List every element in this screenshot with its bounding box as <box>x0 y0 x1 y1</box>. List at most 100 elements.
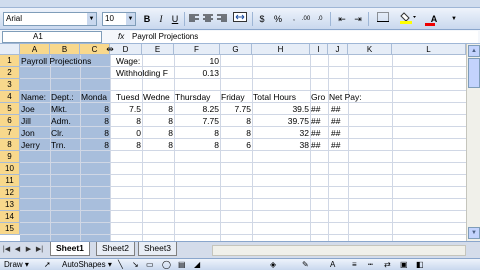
row-header[interactable]: 2 <box>0 67 20 79</box>
cell-g5[interactable]: 7.75 <box>220 103 252 115</box>
bold-button[interactable]: B <box>141 12 153 26</box>
cell-h5[interactable]: 39.5 <box>252 103 310 115</box>
row-header[interactable]: 11 <box>0 175 20 187</box>
cell-j5[interactable]: ## <box>331 103 348 115</box>
formula-input[interactable]: Payroll Projections <box>130 31 478 43</box>
arrow-icon[interactable]: ↘ <box>132 259 139 270</box>
dash-style-icon[interactable]: ┅ <box>368 259 373 270</box>
currency-button[interactable]: $ <box>256 12 268 26</box>
cell-e4[interactable]: Wedne <box>143 91 174 103</box>
cell-c4[interactable]: Monda <box>81 91 110 103</box>
cell-b7[interactable]: Clr. <box>51 127 80 139</box>
row-header[interactable]: 5 <box>0 103 20 115</box>
oval-icon[interactable]: ◯ <box>162 259 171 270</box>
cell-e6[interactable]: 8 <box>142 115 174 127</box>
cell-f1[interactable]: 10 <box>174 55 220 67</box>
first-sheet-icon[interactable]: |◀ <box>2 245 11 255</box>
chevron-down-icon[interactable]: ▼ <box>87 13 96 25</box>
cell-j6[interactable]: ## <box>331 115 348 127</box>
sheet-tab-1[interactable]: Sheet1 <box>50 242 90 256</box>
column-header-g[interactable]: G <box>220 44 252 55</box>
increase-indent-icon[interactable]: ⇥ <box>352 12 364 26</box>
3d-icon[interactable]: ◧ <box>416 259 424 270</box>
cell-f6[interactable]: 7.75 <box>174 115 220 127</box>
scroll-up-icon[interactable]: ▲ <box>468 45 480 57</box>
column-header-a[interactable]: A <box>20 44 50 55</box>
percent-button[interactable]: % <box>272 12 284 26</box>
cell-j4[interactable]: Net Pay: <box>329 91 391 103</box>
cell-d6[interactable]: 8 <box>110 115 142 127</box>
autoshapes-menu[interactable]: AutoShapes ▾ <box>62 259 112 270</box>
cell-b6[interactable]: Adm. <box>51 115 80 127</box>
cell-g6[interactable]: 8 <box>220 115 252 127</box>
select-all-corner[interactable] <box>0 44 20 55</box>
cell-c7[interactable]: 8 <box>80 127 110 139</box>
cell-h6[interactable]: 39.75 <box>252 115 310 127</box>
column-header-j[interactable]: J <box>328 44 348 55</box>
cell-h7[interactable]: 32 <box>252 127 310 139</box>
row-header[interactable]: 10 <box>0 163 20 175</box>
font-color-button[interactable]: A <box>424 12 444 26</box>
fx-icon[interactable]: fx <box>118 31 124 43</box>
cell-i5[interactable]: ## <box>311 103 328 115</box>
name-box[interactable]: A1 <box>2 31 102 43</box>
cell-c8[interactable]: 8 <box>80 139 110 151</box>
cell-e5[interactable]: 8 <box>142 103 174 115</box>
cell-f7[interactable]: 8 <box>174 127 220 139</box>
row-header[interactable]: 6 <box>0 115 20 127</box>
fill-color-icon[interactable] <box>398 12 418 26</box>
pointer-icon[interactable]: ➚ <box>44 259 51 270</box>
cell-c5[interactable]: 8 <box>80 103 110 115</box>
cell-h8[interactable]: 38 <box>252 139 310 151</box>
column-header-e[interactable]: E <box>142 44 174 55</box>
font-name-combo[interactable]: Arial ▼ <box>3 12 97 26</box>
cell-b5[interactable]: Mkt. <box>51 103 80 115</box>
underline-button[interactable]: U <box>169 12 181 26</box>
row-header[interactable]: 12 <box>0 187 20 199</box>
align-right-icon[interactable] <box>216 12 228 26</box>
cell-a1[interactable]: Payroll Projections <box>21 55 110 67</box>
prev-sheet-icon[interactable]: ◀ <box>13 245 22 255</box>
cell-a4[interactable]: Name: <box>21 91 50 103</box>
cell-g7[interactable]: 8 <box>220 127 252 139</box>
cell-f4[interactable]: Thursday <box>175 91 220 103</box>
column-header-i[interactable]: I <box>310 44 328 55</box>
chevron-down-icon[interactable]: ▼ <box>448 12 460 26</box>
cell-f2[interactable]: 0.13 <box>174 67 220 79</box>
rectangle-icon[interactable]: ▭ <box>146 259 154 270</box>
font-size-combo[interactable]: 10 ▼ <box>102 12 136 26</box>
cell-b4[interactable]: Dept.: <box>51 91 80 103</box>
textbox-icon[interactable]: ▤ <box>178 259 186 270</box>
arrow-style-icon[interactable]: ⇄ <box>384 259 391 270</box>
cell-i8[interactable]: ## <box>311 139 328 151</box>
cell-d4[interactable]: Tuesd <box>116 91 142 103</box>
cell-d1[interactable]: Wage: <box>116 55 176 67</box>
italic-button[interactable]: I <box>155 12 167 26</box>
cell-d7[interactable]: 0 <box>110 127 142 139</box>
last-sheet-icon[interactable]: ▶| <box>35 245 44 255</box>
sheet-tab-3[interactable]: Sheet3 <box>138 242 177 256</box>
align-left-icon[interactable] <box>188 12 200 26</box>
cell-a8[interactable]: Jerry <box>21 139 50 151</box>
merge-center-icon[interactable] <box>232 12 248 26</box>
cell-a7[interactable]: Jon <box>21 127 50 139</box>
row-header[interactable]: 1 <box>0 55 20 67</box>
column-header-h[interactable]: H <box>252 44 310 55</box>
cell-f5[interactable]: 8.25 <box>174 103 220 115</box>
next-sheet-icon[interactable]: ▶ <box>24 245 33 255</box>
cell-i4[interactable]: Gro <box>311 91 328 103</box>
comma-style-button[interactable]: , <box>288 12 300 26</box>
cell-g4[interactable]: Friday <box>221 91 252 103</box>
scroll-down-icon[interactable]: ▼ <box>468 227 480 239</box>
column-header-k[interactable]: K <box>348 44 392 55</box>
cell-c6[interactable]: 8 <box>80 115 110 127</box>
font-color-icon[interactable]: A <box>330 259 335 270</box>
cell-f8[interactable]: 8 <box>174 139 220 151</box>
cell-i7[interactable]: ## <box>311 127 328 139</box>
cell-e8[interactable]: 8 <box>142 139 174 151</box>
draw-menu[interactable]: Draw ▾ <box>4 259 29 270</box>
shadow-icon[interactable]: ▣ <box>400 259 408 270</box>
cell-h4[interactable]: Total Hours <box>253 91 310 103</box>
decrease-decimal-icon[interactable]: .0 <box>314 12 326 26</box>
increase-decimal-icon[interactable]: .00 <box>300 12 312 26</box>
